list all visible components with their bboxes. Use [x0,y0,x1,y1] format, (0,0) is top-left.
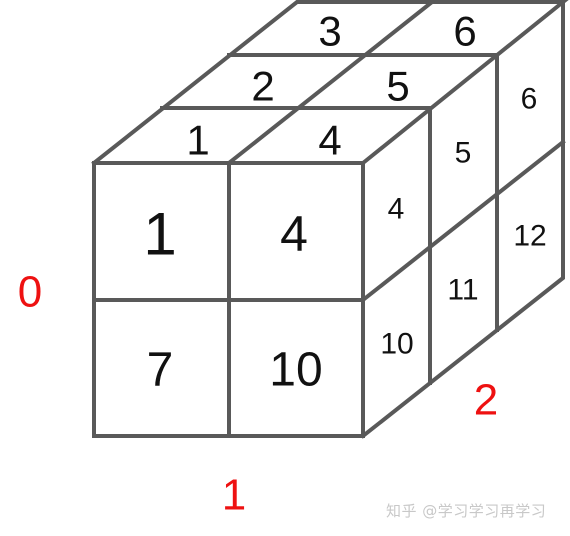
side-cell: 6 [521,83,538,116]
watermark: 知乎 @学习学习再学习 [386,502,547,520]
side-cell: 12 [513,220,546,253]
axis-1-label: 1 [222,471,246,520]
3d-array-cube-diagram: 1 4 7 10 1 4 2 5 3 6 4 5 6 10 11 12 0 1 … [18,0,569,520]
side-cell: 4 [388,193,405,226]
axis-2-label: 2 [474,376,498,425]
side-cell: 10 [380,328,413,361]
side-cell: 11 [447,274,478,307]
axis-labels: 0 1 2 [18,268,498,520]
top-cell: 5 [386,63,409,110]
front-cell: 10 [269,344,322,397]
top-cell: 3 [318,8,341,55]
top-cell: 1 [186,117,209,164]
side-cell: 5 [455,137,472,170]
front-cell: 4 [280,206,308,262]
front-cell: 1 [143,201,176,268]
top-cell: 6 [453,8,476,55]
top-cell: 4 [318,117,341,164]
axis-0-label: 0 [18,268,42,317]
top-labels: 1 4 2 5 3 6 [186,8,476,164]
top-cell: 2 [251,63,274,110]
front-cell: 7 [147,344,174,397]
